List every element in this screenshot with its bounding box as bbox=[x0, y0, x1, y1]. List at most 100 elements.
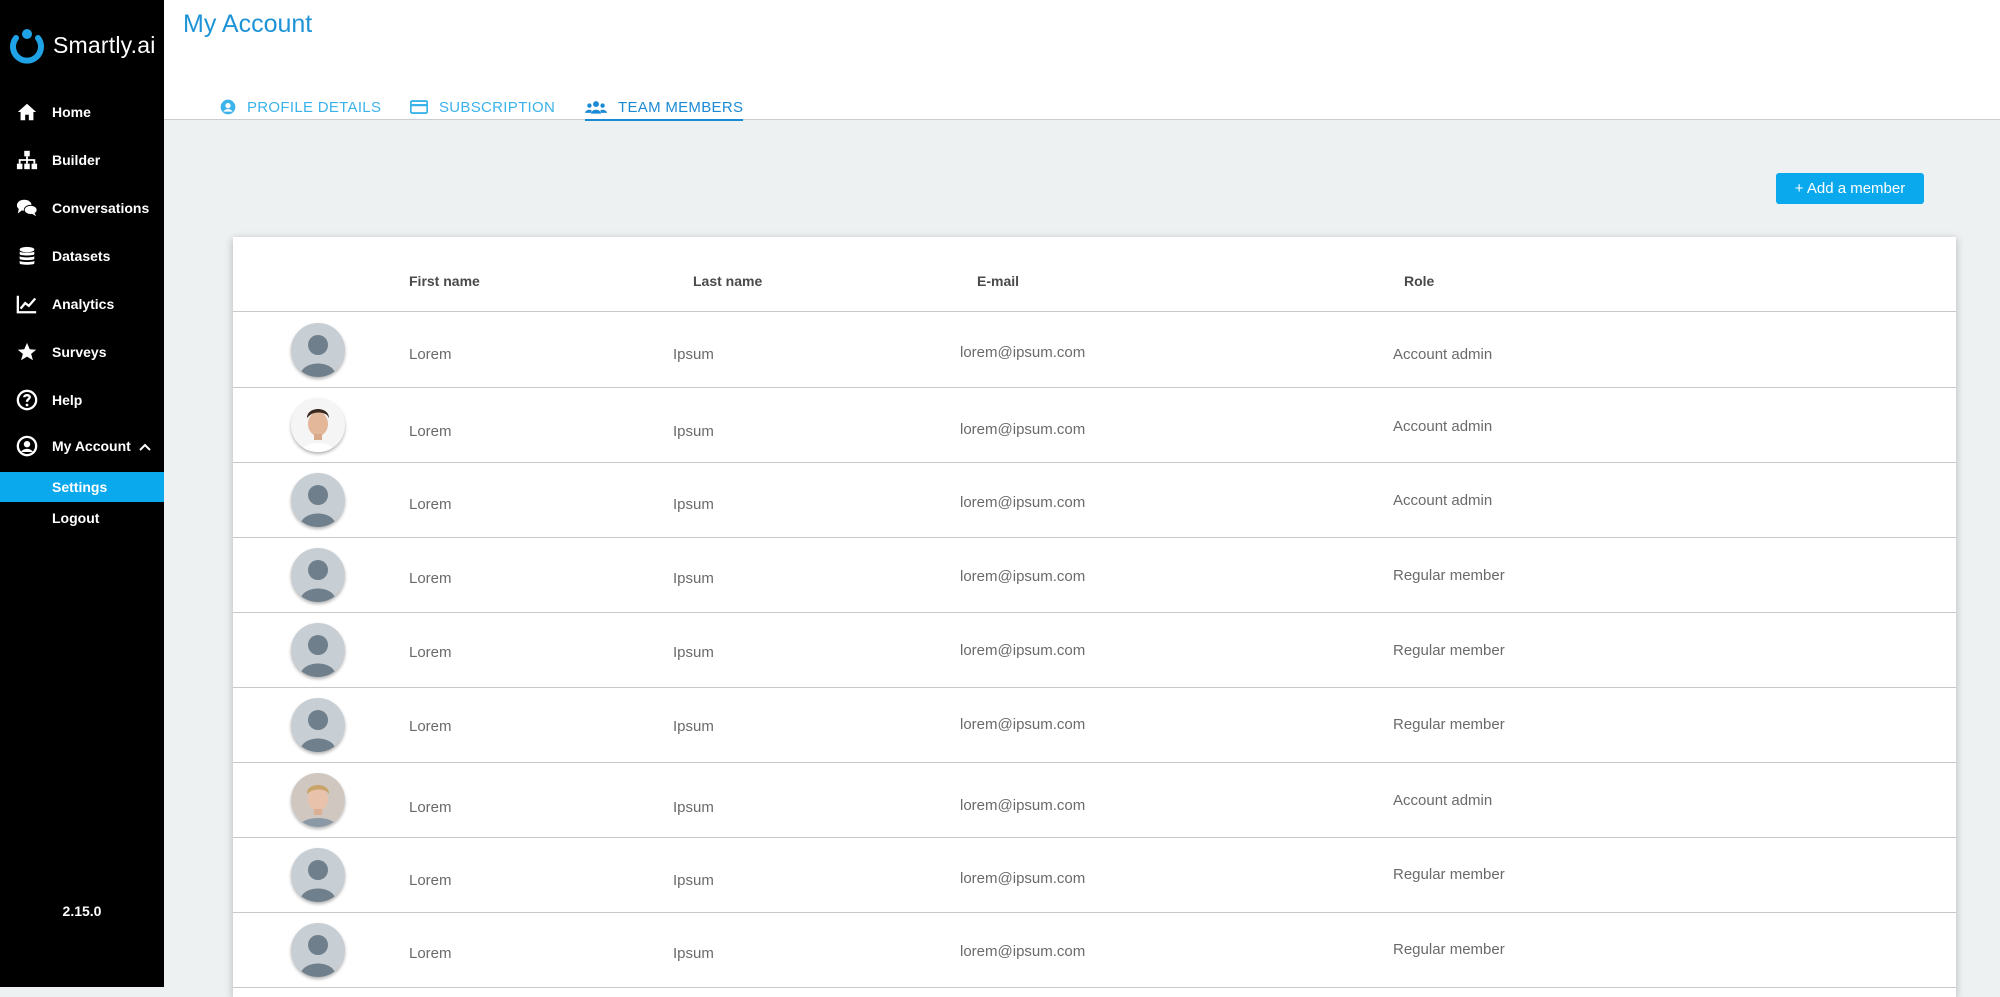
sidebar-item-datasets[interactable]: Datasets bbox=[0, 236, 164, 276]
page-title: My Account bbox=[183, 10, 313, 38]
last-name-cell: Ipsum bbox=[673, 570, 714, 587]
first-name-cell: Lorem bbox=[409, 799, 452, 816]
sidebar-item-builder[interactable]: Builder bbox=[0, 140, 164, 180]
users-icon bbox=[585, 101, 607, 114]
role-cell: Account admin bbox=[1393, 346, 1493, 363]
sidebar-item-conversations[interactable]: Conversations bbox=[0, 188, 164, 228]
sidebar-subitem-label: Settings bbox=[52, 479, 108, 495]
first-name-cell: Lorem bbox=[409, 496, 452, 513]
smartly-logo-icon bbox=[10, 29, 44, 64]
first-name-cell: Lorem bbox=[409, 718, 452, 735]
first-name-cell: Lorem bbox=[409, 423, 452, 440]
tab-profile-details[interactable]: PROFILE DETAILS bbox=[220, 96, 381, 118]
comments-icon bbox=[15, 196, 39, 220]
default-avatar bbox=[291, 698, 345, 752]
last-name-cell: Ipsum bbox=[673, 799, 714, 816]
table-row[interactable]: Lorem Ipsum lorem@ipsum.com Regular member bbox=[233, 687, 1956, 763]
role-cell: Regular member bbox=[1393, 567, 1505, 584]
sidebar-item-label: Help bbox=[52, 392, 83, 408]
table-row[interactable]: Lorem Ipsum lorem@ipsum.com Regular member bbox=[233, 612, 1956, 688]
version-label: 2.15.0 bbox=[62, 903, 102, 919]
home-icon bbox=[15, 100, 39, 124]
last-name-cell: Ipsum bbox=[673, 496, 714, 513]
sidebar-item-my-account[interactable]: My Account bbox=[0, 426, 164, 466]
sidebar-item-home[interactable]: Home bbox=[0, 92, 164, 132]
column-header-last-name[interactable]: Last name bbox=[693, 273, 762, 289]
line-chart-icon bbox=[15, 292, 39, 316]
email-cell: lorem@ipsum.com bbox=[960, 568, 1086, 585]
page-header: My Account PROFILE DETAILS SUBSCRIPTION … bbox=[164, 0, 2000, 121]
user-circle-icon bbox=[15, 434, 39, 458]
sidebar-item-analytics[interactable]: Analytics bbox=[0, 284, 164, 324]
last-name-cell: Ipsum bbox=[673, 945, 714, 962]
default-avatar bbox=[291, 623, 345, 677]
last-name-cell: Ipsum bbox=[673, 423, 714, 440]
sidebar-item-label: My Account bbox=[52, 438, 131, 454]
sidebar-item-label: Surveys bbox=[52, 344, 107, 360]
tab-team-members[interactable]: TEAM MEMBERS bbox=[585, 96, 744, 121]
avatar bbox=[291, 398, 345, 452]
question-circle-icon bbox=[15, 388, 39, 412]
first-name-cell: Lorem bbox=[409, 570, 452, 587]
logo[interactable]: Smartly.ai bbox=[6, 24, 156, 66]
first-name-cell: Lorem bbox=[409, 872, 452, 889]
column-header-role[interactable]: Role bbox=[1404, 273, 1434, 289]
email-cell: lorem@ipsum.com bbox=[960, 716, 1086, 733]
email-cell: lorem@ipsum.com bbox=[960, 870, 1086, 887]
role-cell: Regular member bbox=[1393, 941, 1505, 958]
sidebar-item-label: Datasets bbox=[52, 248, 111, 264]
sidebar-subitem-settings[interactable]: Settings bbox=[0, 472, 164, 502]
star-icon bbox=[15, 340, 39, 364]
role-cell: Regular member bbox=[1393, 642, 1505, 659]
first-name-cell: Lorem bbox=[409, 346, 452, 363]
sidebar: Smartly.ai Home Builder Conversations Da… bbox=[0, 0, 164, 987]
column-header-email[interactable]: E-mail bbox=[977, 273, 1019, 289]
sidebar-item-label: Analytics bbox=[52, 296, 115, 312]
table-row[interactable]: Lorem Ipsum lorem@ipsum.com Account admin bbox=[233, 762, 1956, 838]
sidebar-item-surveys[interactable]: Surveys bbox=[0, 332, 164, 372]
email-cell: lorem@ipsum.com bbox=[960, 344, 1086, 361]
role-cell: Account admin bbox=[1393, 418, 1493, 435]
default-avatar bbox=[291, 548, 345, 602]
avatar bbox=[291, 773, 345, 827]
role-cell: Account admin bbox=[1393, 792, 1493, 809]
first-name-cell: Lorem bbox=[409, 945, 452, 962]
default-avatar bbox=[291, 923, 345, 977]
default-avatar bbox=[291, 473, 345, 527]
database-icon bbox=[15, 244, 39, 268]
last-name-cell: Ipsum bbox=[673, 346, 714, 363]
chevron-up-icon bbox=[139, 443, 151, 451]
role-cell: Account admin bbox=[1393, 492, 1493, 509]
last-name-cell: Ipsum bbox=[673, 644, 714, 661]
column-header-first-name[interactable]: First name bbox=[409, 273, 480, 289]
credit-card-icon bbox=[410, 100, 428, 114]
tab-label: SUBSCRIPTION bbox=[439, 98, 556, 116]
tab-subscription[interactable]: SUBSCRIPTION bbox=[410, 96, 555, 118]
email-cell: lorem@ipsum.com bbox=[960, 642, 1086, 659]
sidebar-subitem-logout[interactable]: Logout bbox=[0, 503, 164, 533]
tab-label: PROFILE DETAILS bbox=[247, 98, 382, 116]
add-member-button[interactable]: + Add a member bbox=[1776, 173, 1924, 204]
tab-label: TEAM MEMBERS bbox=[618, 98, 744, 116]
default-avatar bbox=[291, 848, 345, 902]
table-row[interactable]: Lorem Ipsum lorem@ipsum.com Account admin bbox=[233, 462, 1956, 538]
default-avatar bbox=[291, 323, 345, 377]
email-cell: lorem@ipsum.com bbox=[960, 943, 1086, 960]
table-row[interactable]: Lorem Ipsum lorem@ipsum.com Regular member bbox=[233, 837, 1956, 913]
sidebar-item-label: Builder bbox=[52, 152, 101, 168]
sidebar-item-label: Conversations bbox=[52, 200, 150, 216]
table-row[interactable]: Lorem Ipsum lorem@ipsum.com Regular member bbox=[233, 537, 1956, 613]
email-cell: lorem@ipsum.com bbox=[960, 421, 1086, 438]
team-members-table: First name Last name E-mail Role Lorem Ip… bbox=[233, 237, 1956, 997]
sidebar-item-label: Home bbox=[52, 104, 91, 120]
last-name-cell: Ipsum bbox=[673, 872, 714, 889]
user-circle-icon bbox=[220, 99, 236, 115]
sidebar-item-help[interactable]: Help bbox=[0, 380, 164, 420]
table-row[interactable]: Lorem Ipsum lorem@ipsum.com Account admin bbox=[233, 312, 1956, 388]
email-cell: lorem@ipsum.com bbox=[960, 494, 1086, 511]
table-row[interactable]: Lorem Ipsum lorem@ipsum.com Account admin bbox=[233, 387, 1956, 463]
sidebar-subitem-label: Logout bbox=[52, 510, 100, 526]
table-row[interactable]: Lorem Ipsum lorem@ipsum.com Regular member bbox=[233, 912, 1956, 988]
role-cell: Regular member bbox=[1393, 866, 1505, 883]
first-name-cell: Lorem bbox=[409, 644, 452, 661]
